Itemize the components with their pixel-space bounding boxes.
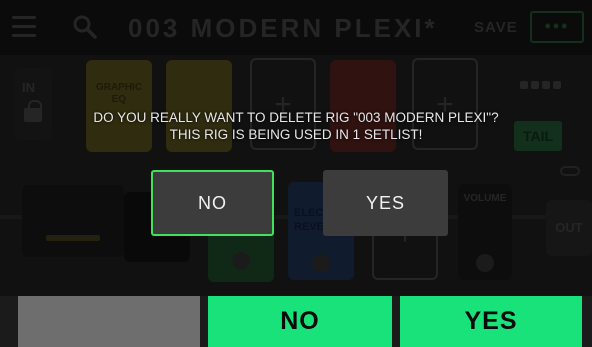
soft-key-left[interactable] — [18, 296, 200, 347]
soft-key-yes[interactable]: YES — [400, 296, 582, 347]
delete-confirmation-message: DO YOU REALLY WANT TO DELETE RIG "003 MO… — [0, 109, 592, 143]
soft-key-no[interactable]: NO — [208, 296, 392, 347]
yes-button[interactable]: YES — [323, 170, 448, 236]
dialog-overlay — [0, 0, 592, 296]
no-button[interactable]: NO — [151, 170, 274, 236]
message-line-2: THIS RIG IS BEING USED IN 1 SETLIST! — [169, 127, 423, 142]
message-line-1: DO YOU REALLY WANT TO DELETE RIG "003 MO… — [93, 110, 499, 125]
